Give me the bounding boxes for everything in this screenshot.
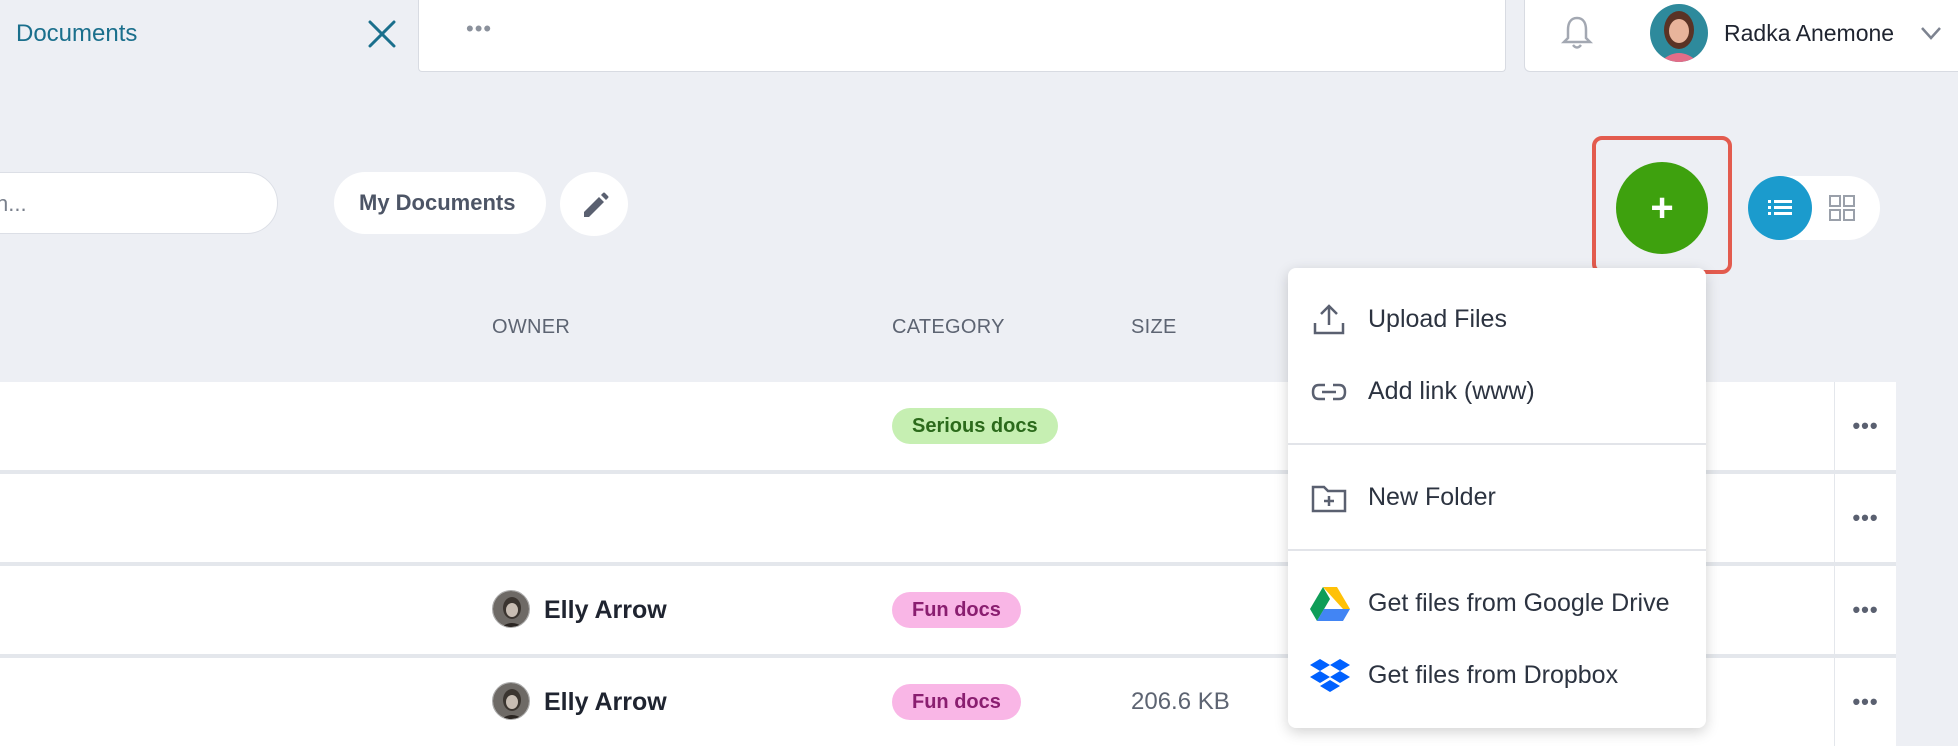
google-drive-icon	[1310, 585, 1350, 623]
menu-label-upload-files: Upload Files	[1368, 305, 1507, 333]
menu-label-add-link: Add link (www)	[1368, 377, 1535, 405]
dropbox-icon	[1310, 657, 1350, 695]
row-more-button[interactable]: •••	[1834, 382, 1896, 470]
column-header-size[interactable]: SIZE	[1131, 316, 1177, 339]
owner-avatar	[492, 682, 530, 720]
bell-icon[interactable]	[1560, 14, 1594, 52]
menu-label-google-drive: Get files from Google Drive	[1368, 589, 1670, 617]
folder-selector-label: My Documents	[359, 190, 516, 215]
user-name[interactable]: Radka Anemone	[1724, 20, 1894, 47]
empty-tab-area	[418, 0, 1506, 72]
list-view-button[interactable]	[1748, 176, 1812, 240]
category-badge: Fun docs	[892, 592, 1021, 628]
column-header-owner[interactable]: OWNER	[492, 316, 570, 339]
new-folder-icon	[1310, 479, 1348, 517]
owner-name: Elly Arrow	[544, 596, 667, 624]
add-button[interactable]: +	[1616, 162, 1708, 254]
link-icon	[1310, 373, 1348, 411]
row-more-button[interactable]: •••	[1834, 566, 1896, 654]
list-icon	[1768, 200, 1792, 215]
menu-divider	[1288, 549, 1706, 551]
grid-view-button[interactable]	[1828, 194, 1856, 222]
column-header-category[interactable]: CATEGORY	[892, 316, 1005, 339]
menu-item-new-folder[interactable]	[1288, 463, 1706, 533]
more-tabs-button[interactable]: •••	[466, 16, 492, 42]
close-icon[interactable]	[366, 16, 398, 52]
owner-avatar	[492, 590, 530, 628]
pencil-icon	[584, 192, 609, 217]
user-avatar[interactable]	[1650, 4, 1708, 62]
tab-title[interactable]: Documents	[16, 20, 137, 48]
search-placeholder: h...	[0, 191, 27, 216]
menu-divider	[1288, 443, 1706, 445]
category-badge: Fun docs	[892, 684, 1021, 720]
owner-name: Elly Arrow	[544, 688, 667, 716]
grid-icon	[1829, 195, 1855, 221]
category-badge: Serious docs	[892, 408, 1058, 444]
row-more-button[interactable]: •••	[1834, 474, 1896, 562]
edit-button[interactable]	[560, 172, 628, 236]
chevron-down-icon[interactable]	[1918, 20, 1944, 46]
row-more-button[interactable]: •••	[1834, 658, 1896, 746]
menu-label-dropbox: Get files from Dropbox	[1368, 661, 1619, 689]
file-size: 206.6 KB	[1131, 688, 1230, 715]
search-input[interactable]	[0, 172, 278, 234]
upload-icon	[1310, 301, 1348, 339]
menu-label-new-folder: New Folder	[1368, 483, 1496, 511]
